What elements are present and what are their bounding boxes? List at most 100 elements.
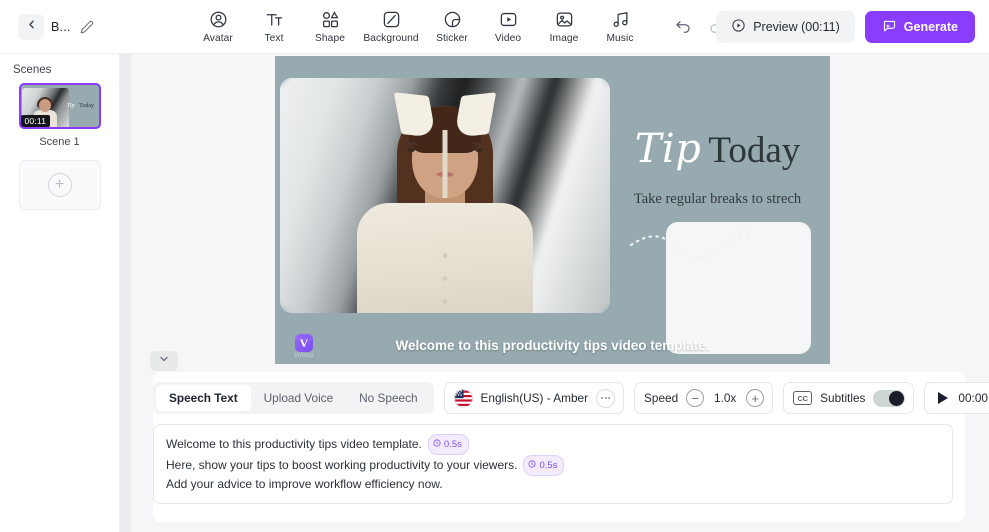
collapse-panel-button[interactable] — [150, 351, 178, 371]
pause-duration: 0.5s — [443, 439, 462, 450]
script-line: Welcome to this productivity tips video … — [166, 434, 940, 455]
tool-sticker[interactable]: Sticker — [424, 7, 480, 46]
tab-speech-text[interactable]: Speech Text — [156, 385, 251, 411]
video-canvas[interactable]: Tip Today Take regular breaks to strech W… — [275, 56, 830, 364]
subtitles-label: Subtitles — [820, 391, 866, 405]
more-dots-icon[interactable] — [596, 388, 616, 408]
shape-icon — [321, 9, 340, 30]
squiggle-arrow-icon — [625, 224, 765, 271]
speed-control: Speed − 1.0x + — [634, 382, 774, 414]
us-flag-icon — [453, 388, 473, 408]
pencil-icon[interactable] — [78, 18, 96, 36]
playback-time: 00:00 / 00:11 — [958, 391, 989, 405]
project-title: B... — [51, 19, 71, 34]
canvas-caption: Welcome to this productivity tips video … — [395, 338, 710, 353]
undo-icon[interactable] — [674, 18, 692, 36]
top-toolbar: B... Avatar Text Shape Background Sticke… — [0, 0, 989, 54]
music-icon — [611, 9, 630, 30]
canvas-title-script: Tip — [634, 126, 702, 172]
canvas-subtitle-text[interactable]: Take regular breaks to strech — [605, 191, 830, 208]
cc-icon: CC — [793, 391, 813, 405]
preview-button[interactable]: Preview (00:11) — [716, 11, 855, 43]
clock-icon — [433, 436, 441, 453]
tab-no-speech[interactable]: No Speech — [346, 385, 430, 411]
subtitles-toggle[interactable] — [873, 389, 906, 407]
tool-label: Shape — [315, 33, 345, 44]
tab-upload-voice[interactable]: Upload Voice — [251, 385, 347, 411]
playback-control: 00:00 / 00:11 — [924, 382, 989, 414]
back-button[interactable] — [18, 13, 44, 40]
watermark-label: Vidnoz — [293, 353, 315, 359]
scene-thumbnail-today: Today — [79, 103, 95, 109]
canvas-title-serif: Today — [708, 130, 801, 171]
scenes-title: Scenes — [13, 64, 52, 76]
panel-divider[interactable] — [120, 54, 131, 532]
sparkle-chat-icon — [882, 18, 897, 36]
play-icon[interactable] — [938, 392, 949, 404]
add-scene-button[interactable]: + — [18, 160, 101, 210]
toolbar-left-group: B... — [0, 13, 190, 40]
tool-avatar[interactable]: Avatar — [190, 7, 246, 46]
vidnoz-logo-icon: V — [295, 334, 313, 352]
tool-label: Sticker — [436, 33, 468, 44]
tool-shape[interactable]: Shape — [302, 7, 358, 46]
speech-panel: Speech Text Upload Voice No Speech Engli… — [153, 372, 989, 522]
play-circle-icon — [731, 18, 746, 36]
clock-icon — [528, 457, 537, 474]
text-icon — [265, 9, 284, 30]
tool-text[interactable]: Text — [246, 7, 302, 46]
voice-label: English(US) - Amber — [480, 391, 589, 405]
voice-mode-tabs: Speech Text Upload Voice No Speech — [153, 382, 434, 414]
tool-background[interactable]: Background — [358, 7, 424, 46]
scene-list: Tip Today ······ 00:11 Scene 1 + — [18, 83, 101, 210]
tool-video[interactable]: Video — [480, 7, 536, 46]
speed-increase-button[interactable]: + — [746, 389, 765, 407]
pause-chip[interactable]: 0.5s — [427, 434, 469, 455]
tool-image[interactable]: Image — [536, 7, 592, 46]
subtitles-control: CC Subtitles — [783, 382, 915, 414]
speed-label: Speed — [644, 391, 679, 405]
canvas-text-layer: Tip Today Take regular breaks to strech — [605, 56, 830, 364]
avatar-person — [350, 88, 540, 313]
scene-thumbnail[interactable]: Tip Today ······ 00:11 — [18, 83, 101, 129]
generate-button[interactable]: Generate — [864, 11, 975, 43]
video-editor-app: B... Avatar Text Shape Background Sticke… — [0, 0, 989, 532]
tool-label: Avatar — [203, 33, 233, 44]
avatar-video-layer[interactable] — [280, 78, 610, 313]
script-line: Add your advice to improve workflow effi… — [166, 476, 940, 493]
speech-controls-row: Speech Text Upload Voice No Speech Engli… — [153, 372, 989, 414]
voice-selector[interactable]: English(US) - Amber — [443, 382, 625, 414]
sticker-icon — [443, 9, 462, 30]
script-textarea[interactable]: Welcome to this productivity tips video … — [153, 424, 953, 504]
preview-label: Preview (00:11) — [753, 20, 840, 34]
background-icon — [382, 9, 401, 30]
scene-duration-badge: 00:11 — [20, 115, 51, 127]
pause-chip[interactable]: 0.5s — [523, 455, 565, 476]
script-line: Here, show your tips to boost working pr… — [166, 455, 940, 476]
watermark: V Vidnoz — [287, 334, 321, 359]
toolbar-tools: Avatar Text Shape Background Sticker Vid… — [190, 7, 648, 46]
speed-decrease-button[interactable]: − — [686, 389, 705, 407]
chevron-down-icon — [158, 352, 170, 370]
script-text: Here, show your tips to boost working pr… — [166, 458, 518, 472]
pause-duration: 0.5s — [539, 460, 558, 471]
tool-label: Video — [494, 33, 522, 44]
scene-thumbnail-text: Tip Today ······ — [66, 94, 96, 118]
tool-label: Music — [606, 33, 634, 44]
canvas-title[interactable]: Tip Today — [605, 126, 830, 172]
tool-label: Image — [549, 33, 579, 44]
plus-icon: + — [47, 173, 72, 197]
scene-thumbnail-subtitle: ······ — [77, 114, 84, 118]
tool-label: Background — [363, 33, 419, 44]
generate-label: Generate — [903, 20, 958, 34]
avatar-icon — [209, 9, 228, 30]
script-text: Welcome to this productivity tips video … — [166, 437, 422, 451]
scenes-panel: Scenes Tip Today ······ 00:11 Scene 1 + — [0, 54, 120, 532]
toolbar-right-group: Preview (00:11) Generate — [716, 11, 975, 43]
script-text: Add your advice to improve workflow effi… — [166, 477, 443, 491]
tool-music[interactable]: Music — [592, 7, 648, 46]
scene-thumbnail-tip: Tip — [66, 103, 75, 109]
image-icon — [555, 9, 574, 30]
video-icon — [499, 9, 518, 30]
chevron-left-icon — [25, 18, 38, 36]
